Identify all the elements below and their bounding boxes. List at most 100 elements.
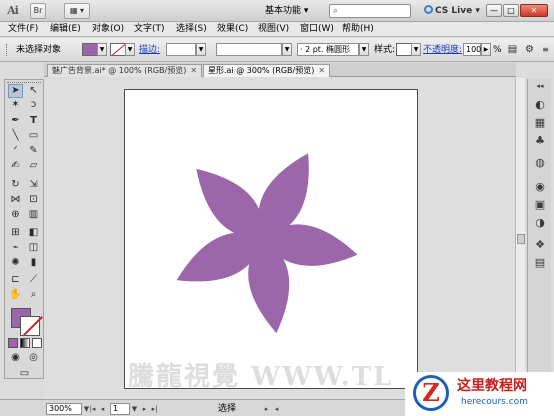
blob-brush-tool-icon[interactable]: ✍ [8, 159, 23, 173]
arrange-icon[interactable]: ⚙ [522, 43, 537, 57]
eraser-tool-icon[interactable]: ▱ [26, 159, 41, 173]
minimize-button[interactable]: — [486, 4, 502, 17]
selection-tool-icon[interactable]: ➤ [8, 84, 23, 98]
star-flower-shape[interactable] [125, 90, 419, 390]
swatches-panel-icon[interactable]: ▦ [532, 115, 548, 131]
opacity-field[interactable]: 100 [463, 43, 481, 56]
slice-tool-icon[interactable]: ⟋ [26, 273, 41, 287]
gradient-mode-button[interactable] [20, 338, 30, 348]
stroke-weight-field[interactable] [166, 43, 196, 56]
scale-tool-icon[interactable]: ⇲ [26, 178, 41, 192]
symbols-panel-icon[interactable]: ♣ [532, 133, 548, 149]
cs-live-button[interactable]: CS Live ▾ [424, 4, 480, 18]
workspace-switcher[interactable]: 基本功能 ▾ [265, 5, 320, 18]
panel-menu-icon[interactable]: ≡ [538, 43, 553, 57]
free-transform-tool-icon[interactable]: ⊡ [26, 193, 41, 207]
last-artboard-icon[interactable]: ▸| [150, 403, 159, 415]
line-tool-icon[interactable]: ╲ [8, 129, 23, 143]
menu-object[interactable]: 对象(O) [90, 23, 126, 36]
perspective-grid-tool-icon[interactable]: ▥ [26, 208, 41, 222]
search-input[interactable]: ⌕ [329, 4, 411, 18]
scroll-thumb[interactable] [517, 234, 525, 244]
artboard-tool-icon[interactable]: ⊏ [8, 273, 23, 287]
dock-collapse-icon[interactable]: ◂◂ [532, 81, 548, 91]
stroke-color-box[interactable] [20, 316, 40, 336]
pen-tool-icon[interactable]: ✒ [8, 114, 23, 128]
artboard-number-field[interactable]: 1 [110, 403, 130, 415]
transparency-panel-icon[interactable]: ◑ [532, 215, 548, 231]
pencil-tool-icon[interactable]: ✎ [26, 144, 41, 158]
menu-effect[interactable]: 效果(C) [215, 23, 250, 36]
opacity-link[interactable]: 不透明度: [423, 44, 462, 56]
vertical-scrollbar[interactable] [515, 78, 525, 399]
artboards-panel-icon[interactable]: ▤ [532, 255, 548, 271]
menu-help[interactable]: 帮助(H) [340, 23, 376, 36]
arrange-documents-icon[interactable]: ▦ ▾ [64, 3, 90, 19]
appearance-panel-icon[interactable]: ◍ [532, 155, 548, 171]
direct-selection-tool-icon[interactable]: ↖ [26, 84, 41, 98]
none-mode-button[interactable] [32, 338, 42, 348]
column-graph-tool-icon[interactable]: ▮ [26, 256, 41, 270]
canvas-area[interactable] [44, 78, 516, 399]
artboard[interactable] [124, 89, 418, 389]
stroke-dropdown-arrow[interactable]: ▼ [125, 43, 135, 56]
menu-file[interactable]: 文件(F) [6, 23, 40, 36]
screen-mode-icon[interactable]: ▭ [17, 367, 32, 381]
stroke-link[interactable]: 描边: [139, 44, 160, 56]
eyedropper-tool-icon[interactable]: ⌁ [8, 241, 23, 255]
magic-wand-tool-icon[interactable]: ✶ [8, 98, 23, 112]
fill-dropdown-arrow[interactable]: ▼ [97, 43, 107, 56]
zoom-field[interactable]: 300% [46, 403, 82, 415]
draw-normal-icon[interactable]: ◉ [8, 351, 23, 365]
stroke-panel-icon[interactable]: ◉ [532, 179, 548, 195]
symbol-sprayer-tool-icon[interactable]: ✺ [8, 256, 23, 270]
tab-background-ad[interactable]: 魅广告背景.ai* @ 100% (RGB/预览) ✕ [47, 64, 203, 77]
gradient-panel-icon[interactable]: ▣ [532, 197, 548, 213]
hand-tool-icon[interactable]: ✋ [8, 288, 23, 302]
menu-view[interactable]: 视图(V) [256, 23, 291, 36]
menu-select[interactable]: 选择(S) [174, 23, 209, 36]
brush-arrow[interactable]: ▼ [359, 43, 369, 56]
close-button[interactable]: ✕ [520, 4, 548, 17]
rotate-tool-icon[interactable]: ↻ [8, 178, 23, 192]
rectangle-tool-icon[interactable]: ▭ [26, 129, 41, 143]
tab-close-icon[interactable]: ✕ [190, 66, 197, 75]
grip-handle[interactable] [6, 44, 9, 56]
artboard-dropdown-arrow[interactable]: ▼ [130, 403, 139, 415]
status-mode-label[interactable]: 选择 [218, 403, 236, 415]
zoom-tool-icon[interactable]: ⌕ [26, 288, 41, 302]
layers-panel-icon[interactable]: ❖ [532, 237, 548, 253]
type-tool-icon[interactable]: T [26, 114, 41, 128]
bridge-icon[interactable]: Br [30, 3, 46, 19]
paintbrush-tool-icon[interactable]: ᐟ [8, 144, 23, 158]
mesh-tool-icon[interactable]: ⊞ [8, 226, 23, 240]
stroke-weight-arrow[interactable]: ▼ [196, 43, 206, 56]
maximize-button[interactable]: □ [503, 4, 519, 17]
menu-edit[interactable]: 编辑(E) [48, 23, 83, 36]
variable-width-profile[interactable] [216, 43, 282, 56]
lasso-tool-icon[interactable]: ↄ [26, 98, 41, 112]
menu-type[interactable]: 文字(T) [132, 23, 167, 36]
draw-behind-icon[interactable]: ◎ [26, 351, 41, 365]
document-setup-icon[interactable]: ▤ [505, 43, 520, 57]
shape-builder-tool-icon[interactable]: ⊕ [8, 208, 23, 222]
width-tool-icon[interactable]: ⋈ [8, 193, 23, 207]
status-menu-arrow[interactable]: ▸ [262, 403, 271, 415]
graphic-style-swatch[interactable] [396, 43, 412, 56]
profile-arrow[interactable]: ▼ [282, 43, 292, 56]
next-artboard-icon[interactable]: ▸ [140, 403, 149, 415]
first-artboard-icon[interactable]: |◂ [88, 403, 97, 415]
menu-window[interactable]: 窗口(W) [298, 23, 336, 36]
stroke-color-swatch[interactable] [110, 43, 126, 56]
opacity-arrow[interactable]: ▶ [481, 43, 491, 56]
tab-close-icon[interactable]: ✕ [318, 66, 325, 75]
color-mode-button[interactable] [8, 338, 18, 348]
gradient-tool-icon[interactable]: ◧ [26, 226, 41, 240]
tab-star[interactable]: 星形.ai @ 300% (RGB/预览) ✕ [203, 64, 331, 77]
blend-tool-icon[interactable]: ◫ [26, 241, 41, 255]
brush-definition[interactable]: · 2 pt. 椭圆形 [297, 43, 359, 56]
color-panel-icon[interactable]: ◐ [532, 97, 548, 113]
status-scroll-left-icon[interactable]: ◂ [272, 403, 281, 415]
fill-color-swatch[interactable] [82, 43, 98, 56]
graphic-style-arrow[interactable]: ▼ [411, 43, 421, 56]
